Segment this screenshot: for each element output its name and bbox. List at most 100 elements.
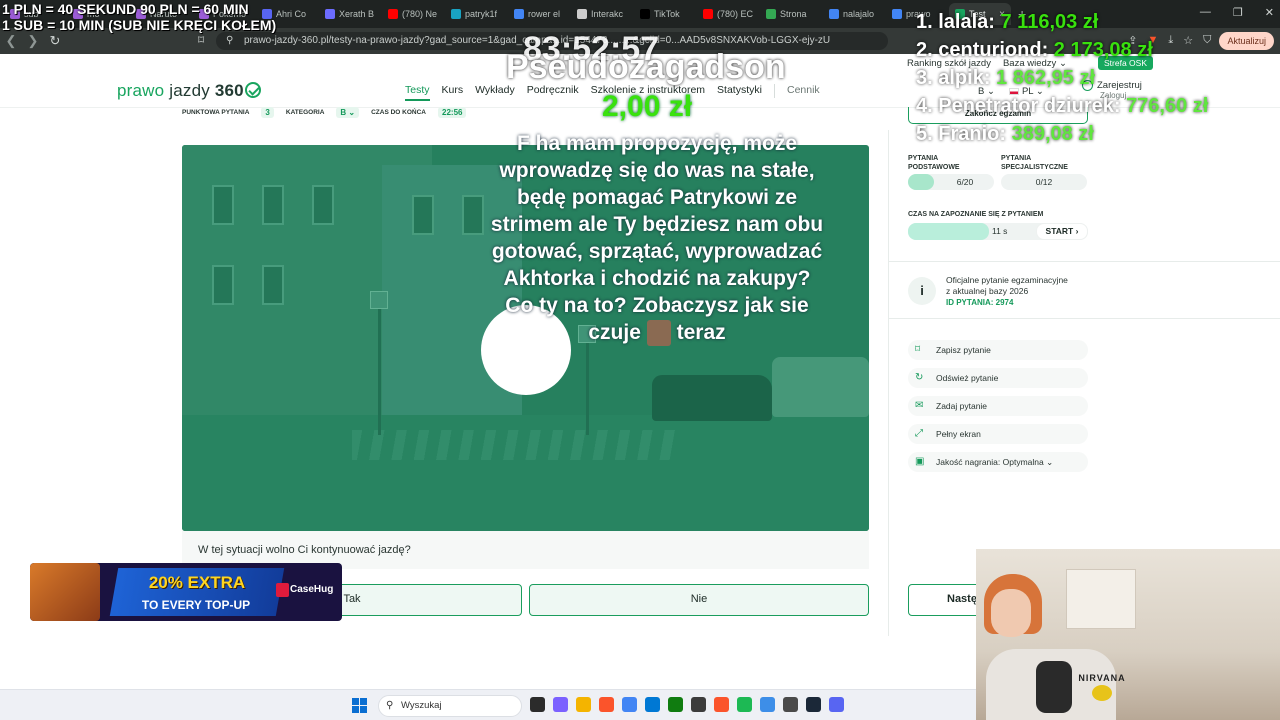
sidebar-action-bookmark[interactable]: ⌑ Zapisz pytanie — [908, 340, 1088, 360]
face-emote-icon — [646, 320, 671, 347]
logo-text-360: 360 — [214, 81, 244, 100]
timer-seconds: 11 s — [992, 226, 1008, 236]
browser-tab[interactable]: TikTok — [634, 3, 696, 25]
sidebar-action-chat[interactable]: ✉ Zadaj pytanie — [908, 396, 1088, 416]
points-label: PUNKTOWA PYTANIA — [182, 109, 250, 116]
task-view-icon[interactable] — [530, 697, 545, 712]
ranking-name: 1. lalala: — [916, 11, 1001, 33]
sidebar-action-label: Zapisz pytanie — [936, 345, 991, 355]
microphone-icon — [1036, 661, 1072, 713]
promo-subline: TO EVERY TOP-UP — [141, 598, 251, 612]
casehug-promo-banner: 20% EXTRA TO EVERY TOP-UP CaseHug — [30, 563, 342, 621]
tab-label: Strona — [780, 9, 807, 19]
tab-label: (780) EC — [717, 9, 754, 19]
sidebar-action-fullscreen[interactable]: ⤢ Pełny ekran — [908, 424, 1088, 444]
browser-tab[interactable]: Strona — [760, 3, 822, 25]
windows-start-icon[interactable] — [352, 698, 367, 713]
ranking-amount: 2 173,08 zł — [1053, 39, 1153, 61]
browser-tab[interactable]: patryk1f — [445, 3, 507, 25]
nav-kurs[interactable]: Kurs — [442, 84, 464, 101]
basic-progress-value: 6/20 — [956, 177, 974, 187]
spotify-icon[interactable] — [737, 697, 752, 712]
tab-label: TikTok — [654, 9, 680, 19]
site-info-icon[interactable]: ⚲ — [226, 32, 233, 50]
tab-favicon-icon — [514, 9, 524, 19]
tab-favicon-icon — [766, 9, 776, 19]
file-explorer-icon[interactable] — [576, 697, 591, 712]
sidebar-action-label: Odśwież pytanie — [936, 373, 999, 383]
webcam-shelf — [1066, 569, 1136, 629]
sidebar-action-label: Zadaj pytanie — [936, 401, 988, 411]
tab-favicon-icon — [892, 9, 902, 19]
ranking-row: 5. Franio: 389,08 zł — [916, 120, 1208, 148]
browser-tab[interactable]: Xerath B — [319, 3, 381, 25]
sidebar-action-quality[interactable]: ▣ Jakość nagrania: Optymalna ⌄ — [908, 452, 1088, 472]
donation-amount: 2,00 zł — [602, 90, 693, 123]
check-icon — [244, 82, 261, 98]
obs-icon[interactable] — [691, 697, 706, 712]
ranking-amount: 7 116,03 zł — [1000, 11, 1099, 33]
time-label: CZAS DO KOŃCA — [371, 109, 426, 116]
info-line-1: Oficjalne pytanie egzaminacyjne — [946, 275, 1068, 285]
back-icon[interactable]: ❮ — [0, 33, 22, 49]
close-icon[interactable]: ✕ — [1265, 6, 1274, 19]
logo-text-jazdy: jazdy — [169, 81, 210, 100]
sidebar-action-refresh[interactable]: ↻ Odśwież pytanie — [908, 368, 1088, 388]
tab-favicon-icon — [703, 9, 713, 19]
rates-line-2: 1 SUB = 10 MIN (SUB NIE KRĘCI KOŁEM) — [2, 17, 277, 33]
browser-tab[interactable]: (780) Ne — [382, 3, 444, 25]
sidebar-divider — [888, 130, 889, 636]
nav-testy[interactable]: Testy — [405, 84, 430, 101]
start-button[interactable]: START › — [1036, 223, 1088, 240]
chat-icon: ✉ — [915, 400, 924, 411]
update-button[interactable]: Aktualizuj — [1219, 32, 1274, 50]
special-progress-value: 0/12 — [1035, 177, 1053, 187]
steam-icon[interactable] — [806, 697, 821, 712]
basic-questions-label: PYTANIA PODSTAWOWE — [908, 155, 960, 171]
browser-tab[interactable]: nalajalo — [823, 3, 885, 25]
ranking-amount: 1 862,95 zł — [996, 67, 1095, 89]
ranking-row: 2. centuriond: 2 173,08 zł — [916, 36, 1208, 64]
fullscreen-icon: ⤢ — [915, 428, 923, 439]
sidebar-separator — [889, 261, 1280, 262]
reload-icon[interactable]: ↻ — [44, 33, 66, 49]
answer-nie-button[interactable]: Nie — [529, 584, 869, 616]
sidebar-separator — [889, 318, 1280, 319]
discord-icon[interactable] — [829, 697, 844, 712]
tab-favicon-icon — [451, 9, 461, 19]
official-question-info: Oficjalne pytanie egzaminacyjne z aktual… — [946, 275, 1068, 308]
bookmark-page-icon[interactable]: ⌑ — [198, 33, 204, 47]
timer-label: CZAS NA ZAPOZNANIE SIĘ Z PYTANIEM — [908, 211, 1044, 218]
forward-icon[interactable]: ❯ — [22, 33, 44, 49]
maximize-icon[interactable]: ❐ — [1233, 6, 1243, 19]
brave-beta-icon[interactable] — [714, 697, 729, 712]
browser-tab[interactable]: (780) EC — [697, 3, 759, 25]
taskbar-search[interactable]: ⚲ Wyszukaj — [378, 695, 522, 717]
nav-cennik[interactable]: Cennik — [787, 84, 820, 101]
store-icon[interactable] — [645, 697, 660, 712]
category-value[interactable]: B ⌄ — [336, 107, 360, 118]
donation-rates-overlay: 1 PLN = 40 SEKUND 90 PLN = 60 MIN 1 SUB … — [2, 1, 276, 33]
site-logo[interactable]: prawo jazdy 360 — [117, 80, 261, 101]
notepad-icon[interactable] — [760, 697, 775, 712]
browser-tab[interactable]: Interakc — [571, 3, 633, 25]
chrome-icon[interactable] — [622, 697, 637, 712]
calculator-icon[interactable] — [783, 697, 798, 712]
ranking-row: 1. lalala: 7 116,03 zł — [916, 8, 1208, 36]
tab-favicon-icon — [829, 9, 839, 19]
info-icon: i — [908, 277, 936, 305]
category-label: KATEGORIA — [285, 109, 325, 116]
brave-icon[interactable] — [599, 697, 614, 712]
special-questions-progress: 0/12 — [1001, 174, 1087, 190]
reading-timer: 11 s START › — [908, 223, 1088, 240]
tab-favicon-icon — [325, 9, 335, 19]
xbox-icon[interactable] — [668, 697, 683, 712]
browser-tab[interactable]: rower el — [508, 3, 570, 25]
question-info-strip: PUNKTOWA PYTANIA 3 KATEGORIA B ⌄ CZAS DO… — [182, 107, 467, 118]
copilot-icon[interactable] — [553, 697, 568, 712]
tab-label: rower el — [528, 9, 561, 19]
quality-icon: ▣ — [915, 456, 925, 467]
special-questions-label: PYTANIA SPECJALISTYCZNE — [1001, 155, 1068, 171]
ranking-amount: 776,60 zł — [1126, 95, 1209, 117]
refresh-icon: ↻ — [915, 372, 924, 383]
